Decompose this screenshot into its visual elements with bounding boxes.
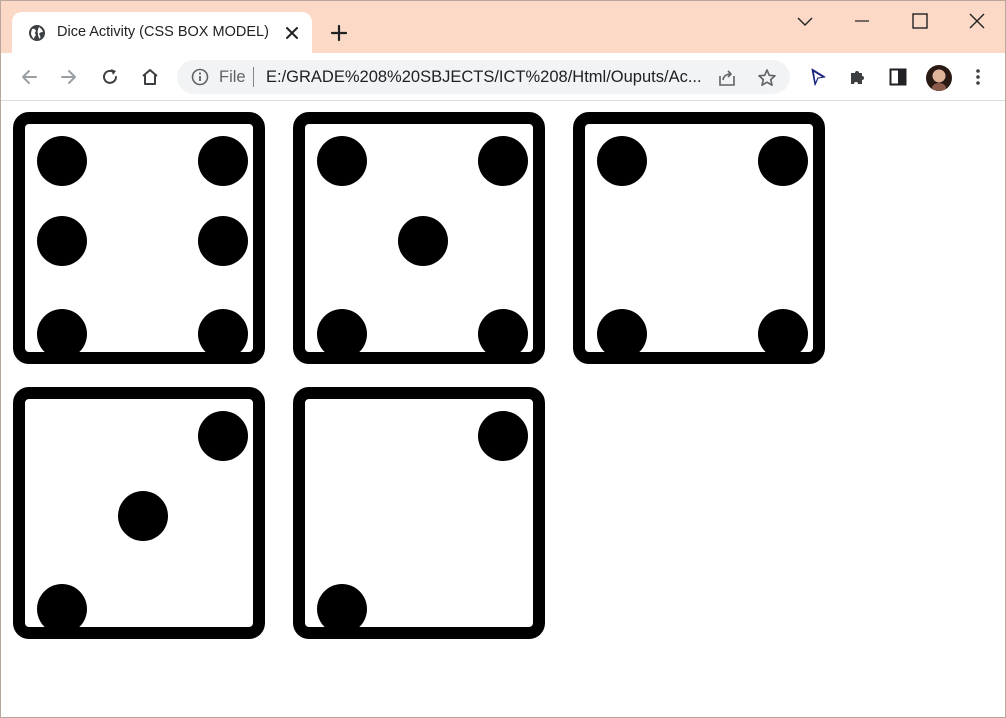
browser-window: Dice Activity (CSS BOX MODEL) File E:/GR… [0, 0, 1006, 718]
kebab-menu-icon[interactable] [968, 67, 988, 87]
pip [597, 136, 647, 186]
pip [758, 136, 808, 186]
tab-title: Dice Activity (CSS BOX MODEL) [57, 24, 269, 40]
pip [478, 136, 528, 186]
close-window-icon[interactable] [967, 11, 987, 31]
pip [198, 309, 248, 359]
side-panel-icon[interactable] [888, 67, 908, 87]
pip [758, 309, 808, 359]
pip [37, 584, 87, 634]
address-url[interactable]: E:/GRADE%208%20SBJECTS/ICT%208/Html/Oupu… [266, 68, 706, 87]
globe-icon [29, 25, 45, 41]
pip [37, 136, 87, 186]
arrow-right-icon[interactable] [59, 67, 79, 87]
pip [317, 309, 367, 359]
pip [317, 584, 367, 634]
address-scheme: File [219, 68, 246, 86]
info-icon[interactable] [191, 68, 209, 86]
browser-toolbar: File E:/GRADE%208%20SBJECTS/ICT%208/Html… [1, 53, 1005, 101]
die-2 [293, 112, 545, 364]
pip [597, 309, 647, 359]
pip [37, 216, 87, 266]
plus-icon[interactable] [330, 24, 348, 42]
star-icon[interactable] [757, 68, 777, 88]
title-bar: Dice Activity (CSS BOX MODEL) [1, 1, 1005, 53]
pip [37, 309, 87, 359]
cursor-icon[interactable] [808, 67, 828, 87]
die-3 [573, 112, 825, 364]
chevron-down-icon[interactable] [795, 11, 815, 31]
address-bar[interactable]: File E:/GRADE%208%20SBJECTS/ICT%208/Html… [177, 60, 790, 94]
pip [478, 309, 528, 359]
pip [317, 136, 367, 186]
address-divider [253, 67, 254, 87]
pip [198, 216, 248, 266]
home-icon[interactable] [140, 67, 160, 87]
profile-avatar[interactable] [926, 65, 952, 91]
pip [478, 411, 528, 461]
minimize-icon[interactable] [852, 11, 872, 31]
browser-tab[interactable]: Dice Activity (CSS BOX MODEL) [12, 12, 312, 53]
reload-icon[interactable] [100, 67, 120, 87]
pip [198, 411, 248, 461]
die-4 [13, 387, 265, 639]
close-icon[interactable] [284, 25, 300, 41]
pip [118, 491, 168, 541]
die-5 [293, 387, 545, 639]
maximize-icon[interactable] [910, 11, 930, 31]
pip [398, 216, 448, 266]
page-viewport [1, 101, 1005, 717]
puzzle-icon[interactable] [848, 67, 868, 87]
die-1 [13, 112, 265, 364]
arrow-left-icon[interactable] [19, 67, 39, 87]
pip [198, 136, 248, 186]
share-icon[interactable] [717, 68, 737, 88]
